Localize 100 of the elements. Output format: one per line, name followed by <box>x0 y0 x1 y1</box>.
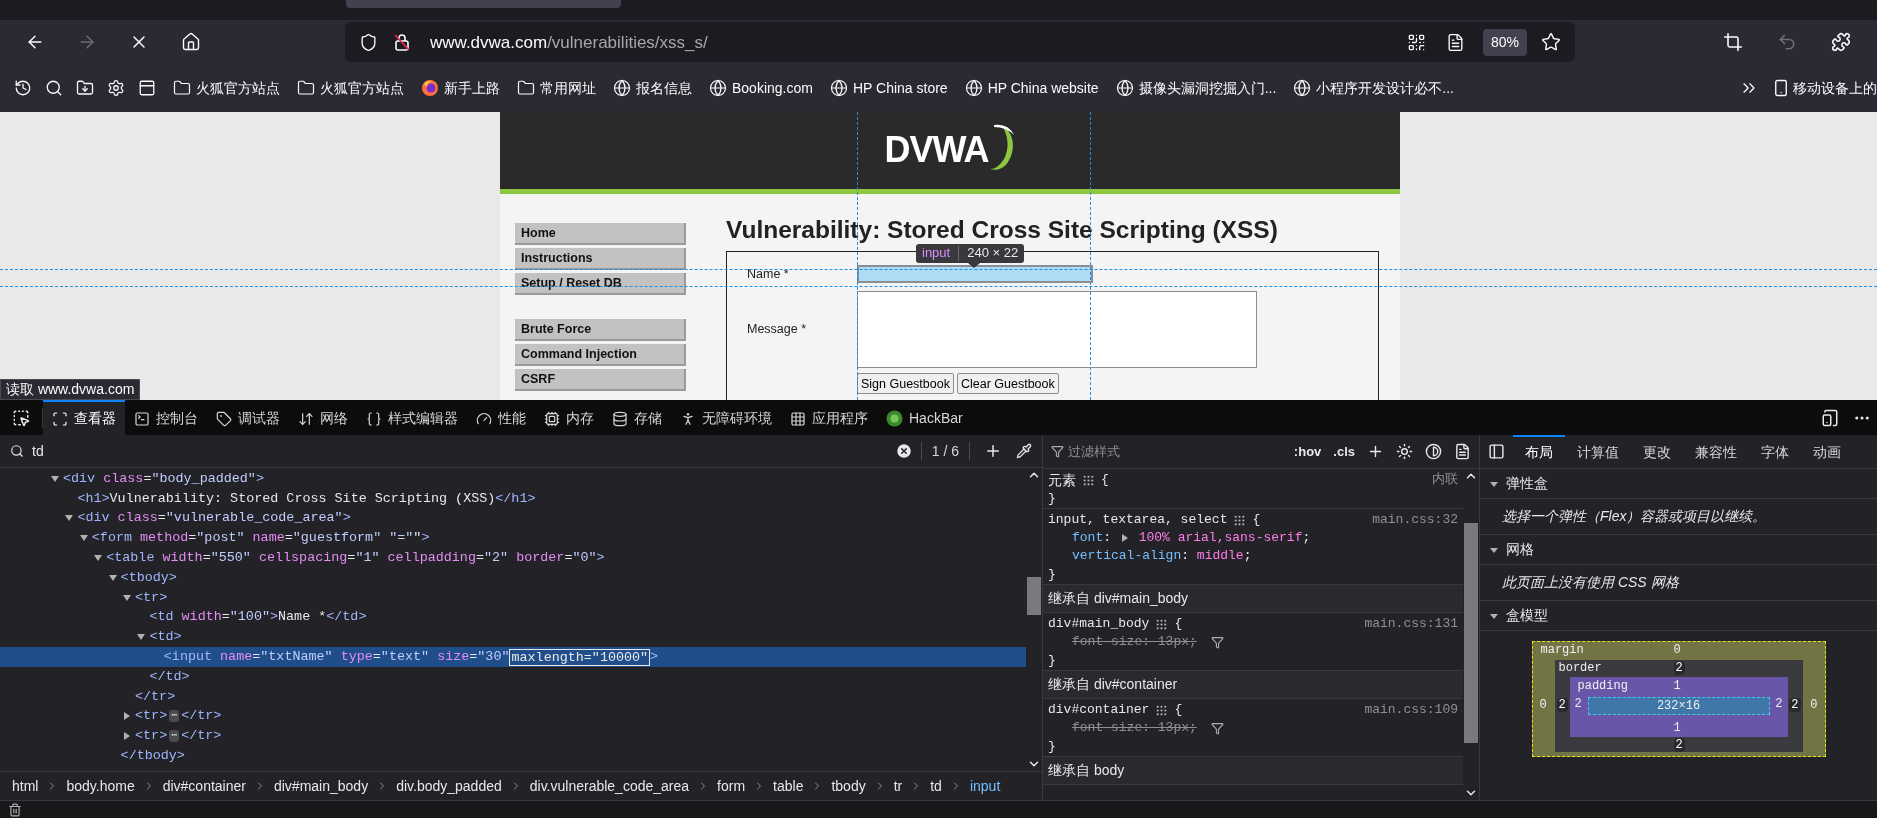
css-declaration[interactable]: font-size: 13px; <box>1072 632 1197 652</box>
picker-icon[interactable] <box>12 408 30 427</box>
sun-icon[interactable] <box>1396 443 1413 460</box>
breadcrumb[interactable]: table <box>773 775 804 797</box>
responsive-icon[interactable] <box>1821 408 1839 427</box>
devtools-tab[interactable]: 性能 <box>467 400 535 435</box>
contrast-icon[interactable] <box>1425 443 1442 460</box>
bookmark[interactable]: 火狐官方站点 <box>297 77 404 99</box>
form-button[interactable]: Sign Guestbook <box>857 373 954 395</box>
breadcrumb[interactable]: div.body_padded <box>396 775 502 797</box>
markup-line[interactable]: <table width="550" cellspacing="1" cellpadding="2" border="0"> <box>106 548 605 569</box>
source-link[interactable]: main.css:32 <box>1372 510 1458 530</box>
box-value[interactable]: 0 <box>1673 643 1681 658</box>
cls-toggle[interactable]: .cls <box>1333 441 1355 462</box>
twisty-icon[interactable] <box>122 592 132 603</box>
markup-line[interactable]: </tr> <box>181 706 222 727</box>
markup-line[interactable]: <td width="100">Name *</td> <box>149 607 367 628</box>
markup-line[interactable]: <tbody> <box>120 567 177 588</box>
message-field[interactable] <box>857 291 1257 369</box>
collapsed-badge[interactable]: ⋯ <box>169 710 180 723</box>
panel-tab[interactable]: 兼容性 <box>1683 435 1749 468</box>
eyedropper-icon[interactable] <box>1016 443 1032 459</box>
twisty-icon[interactable] <box>107 572 118 583</box>
bookmark[interactable]: 报名信息 <box>613 77 692 99</box>
box-value[interactable]: 2 <box>1775 697 1783 712</box>
source-link[interactable]: main.css:131 <box>1364 614 1458 634</box>
markup-line[interactable]: </tr> <box>181 726 222 747</box>
breadcrumb[interactable]: td <box>930 775 942 797</box>
bookmark[interactable]: Booking.com <box>709 77 813 99</box>
reader-icon[interactable] <box>1445 32 1465 52</box>
menu-item[interactable]: Command Injection <box>515 343 686 366</box>
devtools-tab[interactable]: 存储 <box>603 400 671 435</box>
twisty-icon[interactable] <box>122 731 132 742</box>
breadcrumb[interactable]: div#container <box>162 775 246 797</box>
bookmark[interactable]: HP China website <box>964 77 1099 99</box>
attribute-field[interactable]: maxlength="10000" <box>509 648 651 666</box>
css-selector[interactable]: 元素 <box>1048 469 1076 491</box>
markup-line[interactable]: </tbody> <box>120 746 185 767</box>
breadcrumb[interactable]: div.vulnerable_code_area <box>529 775 690 797</box>
name-field[interactable] <box>857 265 1093 283</box>
css-selector[interactable]: div#container <box>1048 700 1150 720</box>
markup-line[interactable]: > <box>650 647 659 668</box>
box-value[interactable]: 0 <box>1539 698 1547 713</box>
window-icon[interactable] <box>138 79 156 98</box>
form-button[interactable]: Clear Guestbook <box>956 373 1059 395</box>
markup-line[interactable]: <tr> <box>135 726 168 747</box>
devtools-tab[interactable]: HackBar <box>877 400 972 435</box>
markup-search-field[interactable]: td <box>32 440 887 462</box>
markup-line[interactable]: <div class="vulnerable_code_area"> <box>77 508 351 529</box>
markup-line[interactable]: <tr> <box>135 706 168 727</box>
menu-item[interactable]: CSRF <box>515 368 686 391</box>
markup-line[interactable]: <input name="txtName" type="text" size="30" <box>163 647 510 668</box>
devtools-tab[interactable]: 调试器 <box>207 400 289 435</box>
source-link[interactable]: main.css:109 <box>1364 700 1458 720</box>
markup-line[interactable]: <div class="body_padded"> <box>63 468 264 489</box>
devtools-tab[interactable]: 样式编辑器 <box>357 400 467 435</box>
menu-item[interactable]: Home <box>515 222 686 245</box>
box-value[interactable]: 2 <box>1673 738 1685 752</box>
css-declaration[interactable]: font-size: 13px; <box>1072 718 1197 738</box>
box-value[interactable]: 2 <box>1789 698 1801 712</box>
styles-filter-field[interactable]: 过滤样式 <box>1068 441 1282 462</box>
plus-icon[interactable] <box>984 442 1002 460</box>
breadcrumb[interactable]: tbody <box>831 775 866 797</box>
shield-icon[interactable] <box>359 32 378 52</box>
breadcrumb[interactable]: form <box>717 775 746 797</box>
bookmark[interactable]: 摄像头漏洞挖掘入门... <box>1115 77 1277 99</box>
plus-icon[interactable] <box>1367 443 1384 460</box>
breadcrumb[interactable]: tr <box>893 775 903 797</box>
markup-line[interactable]: </tr> <box>135 686 176 707</box>
bookmark[interactable]: 新手上路 <box>421 77 500 99</box>
settings-icon[interactable] <box>107 79 125 98</box>
devtools-tab[interactable]: 网络 <box>289 400 357 435</box>
grid-icon[interactable] <box>1233 513 1247 527</box>
address-bar[interactable]: www.dvwa.com/vulnerabilities/xss_s/ 80% <box>345 22 1575 63</box>
bookmark[interactable]: 小程序开发设计必不... <box>1293 77 1454 99</box>
filter-icon[interactable] <box>1210 721 1224 735</box>
breadcrumb[interactable]: div#main_body <box>273 775 369 797</box>
panel-tab[interactable]: 字体 <box>1749 435 1801 468</box>
search-icon[interactable] <box>45 79 63 98</box>
markup-line[interactable]: </td> <box>149 666 190 687</box>
filter-icon[interactable] <box>1210 635 1224 649</box>
box-value[interactable]: 0 <box>1810 698 1818 713</box>
insecure-lock-icon[interactable] <box>392 32 412 53</box>
menu-item[interactable]: Instructions <box>515 247 686 270</box>
css-declaration[interactable]: font: 100% arial,sans-serif; <box>1072 528 1311 548</box>
devtools-tab[interactable]: 内存 <box>535 400 603 435</box>
section-header[interactable]: 盒模型 <box>1506 605 1548 626</box>
document-icon[interactable] <box>1454 443 1471 460</box>
bookmark[interactable]: 火狐官方站点 <box>173 77 280 99</box>
breadcrumb[interactable]: input <box>969 775 1001 797</box>
twisty-icon[interactable] <box>50 473 60 484</box>
grid-icon[interactable] <box>1155 703 1169 717</box>
qr-code-icon[interactable] <box>1406 32 1426 52</box>
zoom-level[interactable]: 80% <box>1482 28 1527 56</box>
folder-icon[interactable] <box>76 79 94 98</box>
twisty-icon[interactable] <box>122 711 132 722</box>
star-icon[interactable] <box>1541 32 1561 53</box>
panel-tab[interactable]: 布局 <box>1513 435 1565 468</box>
box-value[interactable]: 2 <box>1574 697 1582 712</box>
sidebar-icon[interactable] <box>1488 443 1505 460</box>
